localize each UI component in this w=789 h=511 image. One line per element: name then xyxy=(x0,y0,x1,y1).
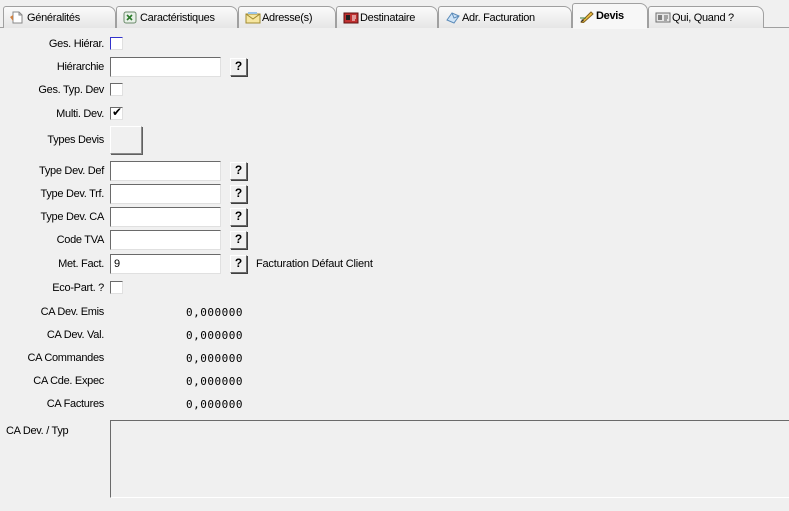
ges-typ-dev-checkbox[interactable] xyxy=(110,83,123,96)
ca-dev-emis-label: CA Dev. Emis xyxy=(40,306,105,318)
tab-devis[interactable]: Devis xyxy=(572,3,648,29)
hierarchie-label: Hiérarchie xyxy=(56,61,104,73)
types-devis-label: Types Devis xyxy=(47,134,104,146)
code-tva-lookup-button[interactable]: ? xyxy=(230,231,247,249)
contact-card-icon xyxy=(343,11,359,24)
devis-panel: Ges. Hiérar. Hiérarchie ? Ges. Typ. Dev … xyxy=(0,28,789,511)
tab-qui-quand[interactable]: Qui, Quand ? xyxy=(648,6,764,28)
hierarchie-lookup-button[interactable]: ? xyxy=(230,58,247,76)
code-tva-label: Code TVA xyxy=(56,234,105,246)
multi-dev-checkbox[interactable]: ✔ xyxy=(110,105,123,120)
met-fact-label: Met. Fact. xyxy=(58,258,104,270)
ges-hierar-checkbox[interactable] xyxy=(110,37,123,50)
envelope-icon xyxy=(245,11,261,24)
pencil-icon xyxy=(579,10,594,24)
ca-dev-typ-grid[interactable] xyxy=(110,420,789,498)
ca-factures-label: CA Factures xyxy=(46,398,105,410)
ca-cde-expec-value: 0,000000 xyxy=(186,375,243,388)
eco-part-checkbox[interactable] xyxy=(110,281,123,294)
ges-typ-dev-label: Ges. Typ. Dev xyxy=(38,84,104,96)
tab-destinataire[interactable]: Destinataire xyxy=(336,6,438,28)
tab-bar: Généralités Caractéristiques Adresse(s) … xyxy=(0,0,789,29)
ca-dev-emis-value: 0,000000 xyxy=(186,306,243,319)
type-dev-def-lookup-button[interactable]: ? xyxy=(230,162,247,180)
page-icon xyxy=(10,11,24,24)
ca-factures-value: 0,000000 xyxy=(186,398,243,411)
type-dev-trf-input[interactable] xyxy=(110,184,221,204)
type-dev-trf-lookup-button[interactable]: ? xyxy=(230,185,247,203)
ca-dev-typ-label: CA Dev. / Typ xyxy=(6,425,69,437)
code-tva-input[interactable] xyxy=(110,230,221,250)
ca-dev-val-label: CA Dev. Val. xyxy=(46,329,104,341)
tab-adresses[interactable]: Adresse(s) xyxy=(238,6,336,28)
type-dev-def-label: Type Dev. Def xyxy=(39,165,104,177)
ges-hierar-label: Ges. Hiérar. xyxy=(48,38,104,50)
hierarchie-input[interactable] xyxy=(110,57,221,77)
excel-icon xyxy=(123,11,137,24)
tab-generalites[interactable]: Généralités xyxy=(3,6,116,28)
id-card-icon xyxy=(655,11,671,24)
type-dev-ca-input[interactable] xyxy=(110,207,221,227)
type-dev-trf-label: Type Dev. Trf. xyxy=(40,188,105,200)
ca-dev-val-value: 0,000000 xyxy=(186,329,243,342)
type-dev-ca-label: Type Dev. CA xyxy=(40,211,105,223)
tab-caracteristiques[interactable]: Caractéristiques xyxy=(116,6,238,28)
multi-dev-label: Multi. Dev. xyxy=(56,108,104,120)
mail-icon xyxy=(445,11,460,24)
checkmark-icon: ✔ xyxy=(112,105,123,119)
type-dev-ca-lookup-button[interactable]: ? xyxy=(230,208,247,226)
met-fact-lookup-button[interactable]: ? xyxy=(230,255,247,273)
tab-adr-facturation[interactable]: Adr. Facturation xyxy=(438,6,572,28)
eco-part-label: Eco-Part. ? xyxy=(52,282,104,294)
ca-commandes-value: 0,000000 xyxy=(186,352,243,365)
met-fact-input[interactable]: 9 xyxy=(110,254,221,274)
ca-commandes-label: CA Commandes xyxy=(27,352,105,364)
type-dev-def-input[interactable] xyxy=(110,161,221,181)
met-fact-description: Facturation Défaut Client xyxy=(256,258,373,270)
ca-cde-expec-label: CA Cde. Expec xyxy=(33,375,104,387)
types-devis-button[interactable] xyxy=(110,126,142,154)
